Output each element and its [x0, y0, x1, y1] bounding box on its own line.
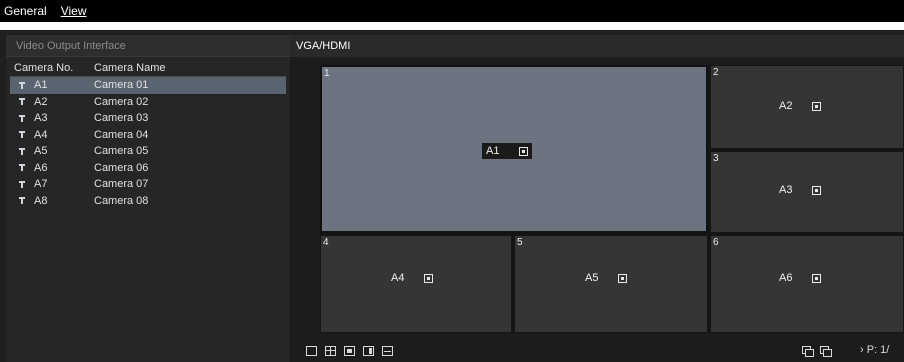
camera-name: Camera 03 — [94, 112, 149, 124]
window-number: 4 — [323, 237, 329, 248]
camera-no-cell: A5 — [10, 143, 94, 160]
window-camera-id: A2 — [779, 100, 793, 112]
camera-row-a3[interactable]: A3 Camera 03 — [10, 110, 286, 127]
window-number: 5 — [517, 237, 523, 248]
main-area: Video Output Interface Camera No. Camera… — [0, 30, 904, 362]
window-cell-4[interactable]: 4 A4 — [320, 235, 512, 333]
paste-icon[interactable] — [820, 346, 832, 357]
window-camera-id: A4 — [391, 272, 405, 284]
window-cell-2[interactable]: 2 A2 — [710, 65, 904, 149]
camera-list-panel: Video Output Interface Camera No. Camera… — [6, 35, 290, 362]
camera-no: A2 — [34, 95, 48, 108]
window-cell-3[interactable]: 3 A3 — [710, 151, 904, 233]
delete-icon[interactable] — [618, 273, 628, 283]
window-cell-6[interactable]: 6 A6 — [710, 235, 904, 333]
camera-row-a7[interactable]: A7 Camera 07 — [10, 176, 286, 193]
page-indicator[interactable]: › P: 1/ — [860, 344, 889, 356]
camera-row-a5[interactable]: A5 Camera 05 — [10, 143, 286, 160]
camera-name: Camera 04 — [94, 128, 149, 141]
top-bar: General View — [0, 0, 904, 30]
camera-no-cell: A8 — [10, 193, 94, 210]
output-header: VGA/HDMI — [290, 35, 904, 57]
camera-no-cell: A1 — [10, 77, 94, 94]
layout-panel: VGA/HDMI 1 A1 2 A2 3 A3 4 A4 5 A5 6 A6 ›… — [290, 35, 904, 362]
pin-icon — [18, 196, 27, 205]
layout-single-icon[interactable] — [306, 346, 317, 356]
layout-grid: 1 A1 2 A2 3 A3 4 A4 5 A5 6 A6 — [320, 65, 904, 333]
menu-tabs: General View — [0, 0, 904, 22]
camera-row-a1[interactable]: A1 Camera 01 — [10, 77, 286, 94]
camera-row-a4[interactable]: A4 Camera 04 — [10, 127, 286, 144]
camera-name: Camera 08 — [94, 194, 149, 207]
camera-no: A1 — [34, 79, 48, 91]
camera-row-a6[interactable]: A6 Camera 06 — [10, 160, 286, 177]
copy-icon[interactable] — [802, 346, 814, 357]
camera-no-cell: A6 — [10, 160, 94, 177]
camera-no-cell: A3 — [10, 110, 94, 127]
window-camera-id: A3 — [779, 184, 793, 196]
delete-icon[interactable] — [424, 273, 434, 283]
column-camera-no: Camera No. — [14, 62, 74, 74]
window-camera-label: A6 — [779, 272, 822, 284]
pin-icon — [18, 147, 27, 156]
window-camera-id: A5 — [585, 272, 599, 284]
window-camera-label: A2 — [779, 100, 822, 112]
pin-icon — [18, 163, 27, 172]
camera-no-cell: A2 — [10, 94, 94, 111]
camera-name: Camera 05 — [94, 145, 149, 157]
camera-name: Camera 07 — [94, 178, 149, 190]
layout-toolbar: › P: 1/ — [290, 340, 904, 362]
layout-eight-icon[interactable] — [363, 346, 374, 356]
window-camera-id: A1 — [486, 145, 500, 157]
camera-no: A7 — [34, 178, 48, 190]
pin-icon — [18, 114, 27, 123]
camera-no: A8 — [34, 194, 48, 207]
pin-icon — [18, 130, 27, 139]
window-camera-label: A3 — [779, 184, 822, 196]
camera-name: Camera 02 — [94, 95, 149, 108]
window-number: 3 — [713, 153, 719, 164]
layout-nine-icon[interactable] — [382, 346, 393, 356]
camera-no-cell: A7 — [10, 176, 94, 193]
camera-no-cell: A4 — [10, 127, 94, 144]
window-camera-label: A5 — [585, 272, 628, 284]
pin-icon — [18, 97, 27, 106]
delete-icon[interactable] — [812, 185, 822, 195]
delete-icon[interactable] — [519, 146, 529, 156]
window-number: 2 — [713, 67, 719, 78]
camera-row-a2[interactable]: A2 Camera 02 — [10, 94, 286, 111]
camera-no: A6 — [34, 161, 48, 174]
delete-icon[interactable] — [812, 101, 822, 111]
column-camera-name: Camera Name — [94, 62, 166, 74]
camera-name: Camera 06 — [94, 161, 149, 174]
camera-no: A5 — [34, 145, 48, 157]
window-camera-label: A4 — [391, 272, 434, 284]
window-cell-5[interactable]: 5 A5 — [514, 235, 708, 333]
window-number: 6 — [713, 237, 719, 248]
page-number: P: 1/ — [866, 344, 890, 356]
window-number: 1 — [324, 68, 330, 79]
delete-icon[interactable] — [812, 273, 822, 283]
camera-name: Camera 01 — [94, 79, 149, 91]
window-cell-1[interactable]: 1 A1 — [320, 65, 708, 233]
layout-six-icon[interactable] — [344, 346, 355, 356]
video-output-interface-header[interactable]: Video Output Interface — [6, 35, 290, 57]
camera-table-header: Camera No. Camera Name — [10, 59, 286, 77]
window-camera-id: A6 — [779, 272, 793, 284]
pin-icon — [18, 81, 27, 90]
layout-quad-icon[interactable] — [325, 346, 336, 356]
tab-view[interactable]: View — [61, 4, 87, 18]
camera-row-a8[interactable]: A8 Camera 08 — [10, 193, 286, 210]
pin-icon — [18, 180, 27, 189]
tab-general[interactable]: General — [4, 4, 47, 18]
camera-no: A3 — [34, 112, 48, 124]
window-camera-label: A1 — [482, 143, 533, 159]
camera-no: A4 — [34, 128, 48, 141]
